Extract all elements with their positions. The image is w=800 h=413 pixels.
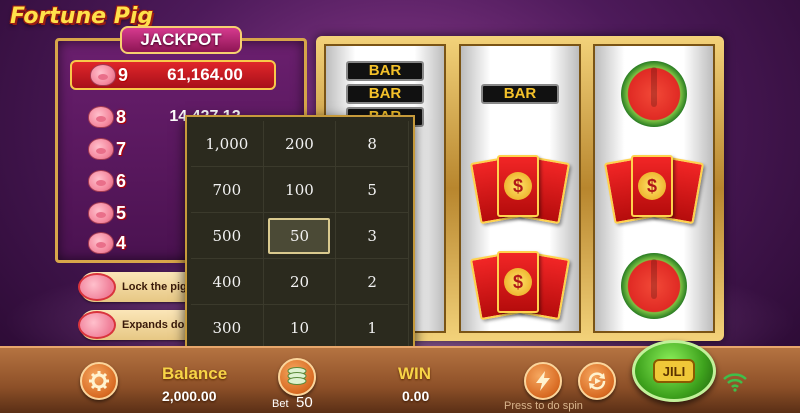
bar-symbol: BAR [346,84,424,104]
bet-button[interactable] [278,358,316,396]
spin-label: JILI [653,359,695,383]
red-envelope-icon: $ [469,155,571,225]
reel-cell: BAR [461,46,579,142]
feature-text: Lock the pig [122,281,187,293]
bet-option[interactable]: 700 [191,167,264,213]
jackpot-header: JACKPOT [120,26,242,54]
bet-option[interactable]: 10 [263,305,337,351]
bet-option[interactable]: 500 [191,213,264,259]
jackpot-level: 4 [116,232,127,253]
bet-option[interactable]: 2 [336,259,409,305]
jackpot-level: 6 [116,170,127,191]
reel-2: BAR $ $ [459,44,581,333]
bet-option-selected[interactable]: 50 [263,213,337,259]
jackpot-level: 5 [116,202,127,223]
bet-option[interactable]: 5 [336,167,409,213]
bet-option[interactable]: 1,000 [191,121,264,167]
pig-icon [78,273,116,301]
pig-icon [88,170,114,192]
wifi-icon [723,373,747,392]
bet-option[interactable]: 3 [336,213,409,259]
gear-icon [89,371,109,391]
bet-option[interactable]: 400 [191,259,264,305]
red-envelope-icon: $ [469,251,571,321]
lightning-icon [536,371,550,391]
bar-symbol: BAR [346,61,424,81]
auto-spin-button[interactable] [578,362,616,400]
pig-icon [88,202,114,224]
bet-label: Bet [272,398,289,410]
reel-cell [595,238,713,334]
press-hint: Press to do spin [504,400,583,412]
dollar-coin: $ [638,172,666,200]
coin-stack-icon [287,367,307,385]
pig-icon [88,138,114,160]
win-label: WIN [398,364,432,383]
bet-option[interactable]: 1 [336,305,409,351]
win-value: 0.00 [402,388,430,404]
watermelon-icon [621,253,687,319]
reel-cell: $ [461,142,579,238]
pig-icon [88,232,114,254]
red-envelope-icon: $ [603,155,705,225]
pig-icon [88,106,114,128]
bet-option[interactable]: 100 [263,167,337,213]
dollar-coin: $ [504,172,532,200]
turbo-button[interactable] [524,362,562,400]
reel-3: $ [593,44,715,333]
balance-label: Balance [162,364,228,383]
bet-selector-popup: 1,000 200 8 700 100 5 500 50 3 400 20 2 … [185,115,415,357]
bet-option[interactable]: 20 [263,259,337,305]
jackpot-level: 7 [116,138,127,159]
dollar-coin: $ [504,268,532,296]
jackpot-level: 8 [116,106,127,127]
jackpot-level: 9 [118,64,129,85]
watermelon-icon [621,61,687,127]
pig-icon [90,64,116,86]
settings-button[interactable] [80,362,118,400]
jackpot-value: 61,164.00 [167,65,243,84]
bet-options-grid: 1,000 200 8 700 100 5 500 50 3 400 20 2 … [191,121,409,351]
bet-option-selected-value[interactable]: 50 [268,217,331,254]
pig-coin-icon [78,311,116,339]
reel-cell: $ [595,142,713,238]
reel-cell [595,46,713,142]
bar-symbol: BAR [481,84,559,104]
bet-option[interactable]: 200 [263,121,337,167]
bet-option[interactable]: 8 [336,121,409,167]
bet-value: 50 [296,394,313,411]
feature-text: Expands do [122,319,185,331]
jackpot-row-9: 9 61,164.00 [70,60,276,90]
bet-option[interactable]: 300 [191,305,264,351]
auto-spin-icon [588,372,606,390]
spin-button[interactable]: JILI [632,340,716,402]
balance-value: 2,000.00 [162,388,217,404]
reel-cell: $ [461,238,579,334]
